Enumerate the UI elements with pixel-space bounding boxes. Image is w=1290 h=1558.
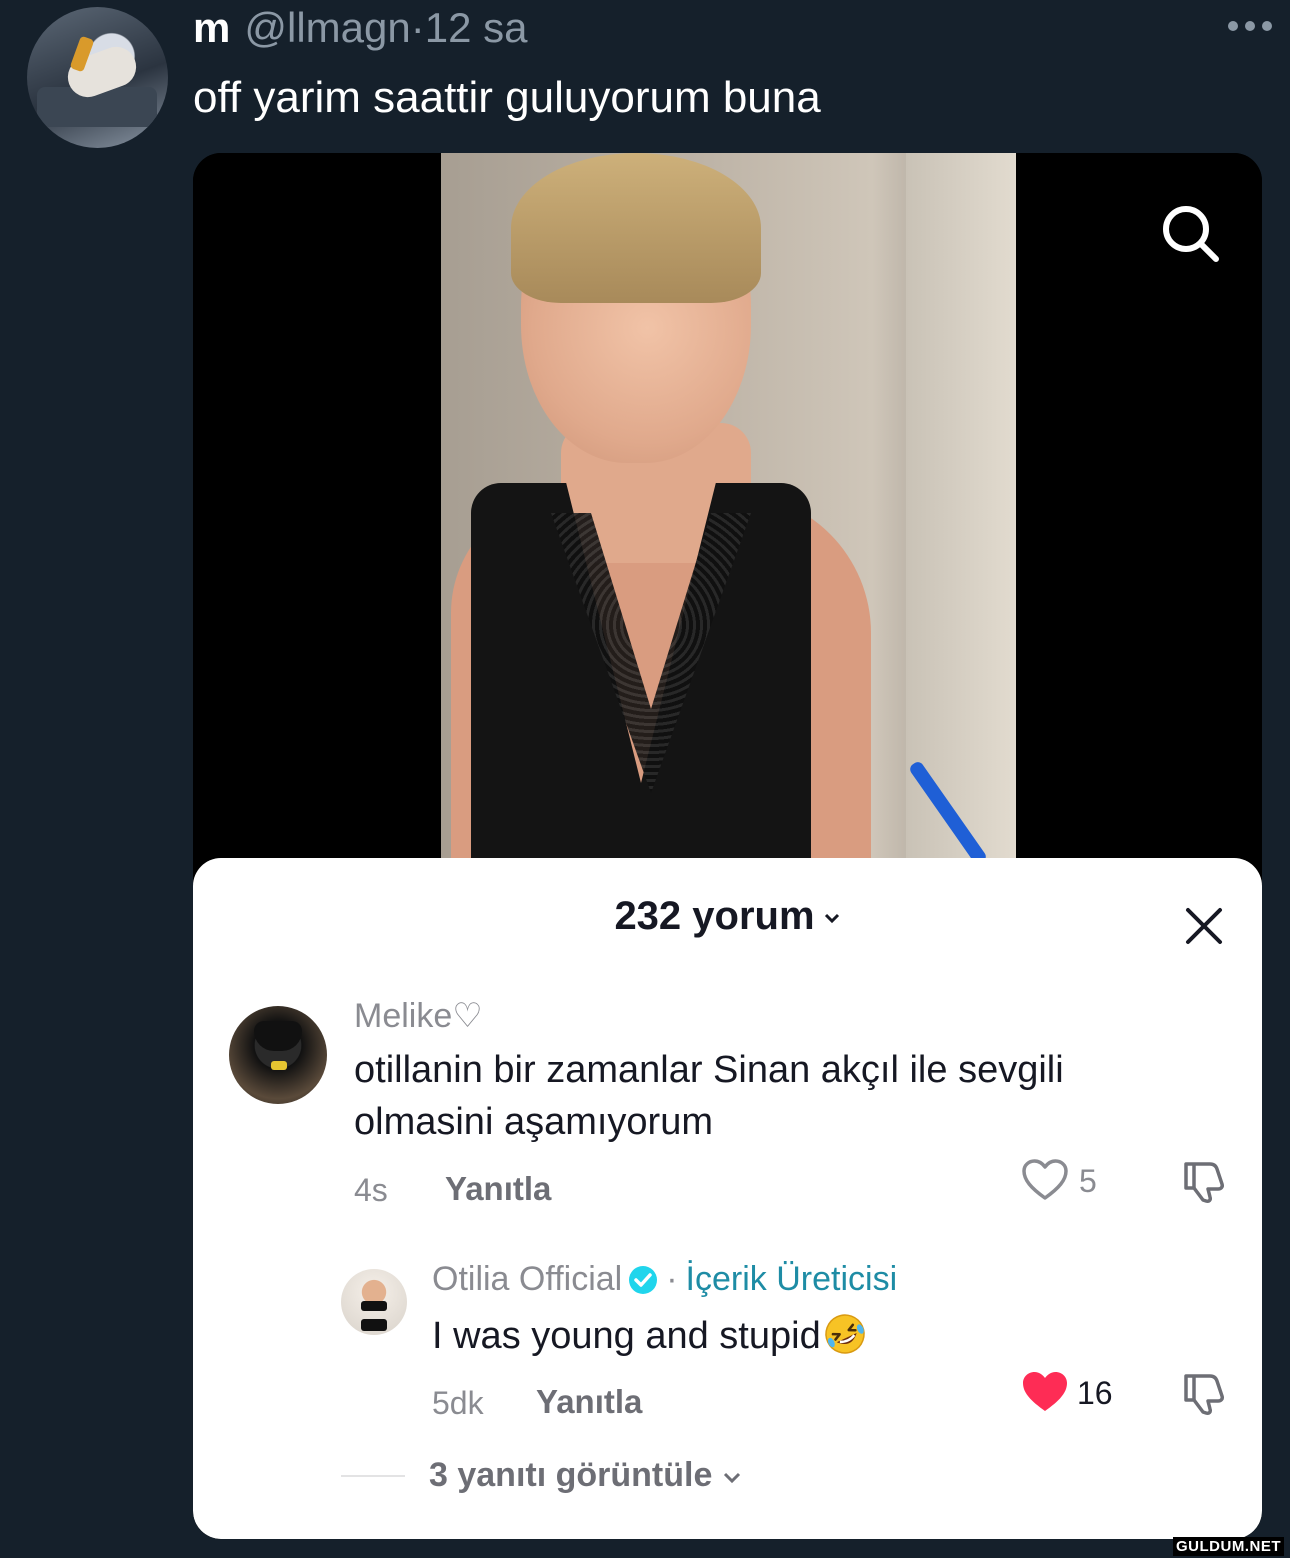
chevron-down-icon-2 [724, 1472, 741, 1484]
tweet-media-image[interactable]: 232 yorum Melike♡ otillanin bir zamanlar… [193, 153, 1262, 1539]
view-replies-label: 3 yanıtı görüntüle [429, 1456, 713, 1494]
reply-text: I was young and stupid [432, 1315, 821, 1357]
tweet-timestamp[interactable]: 12 sa [425, 4, 528, 51]
reply-label-2: Yanıtla [536, 1383, 643, 1420]
comments-title: 232 yorum [193, 894, 1262, 939]
creator-badge-label: İçerik Üreticisi [685, 1260, 898, 1298]
video-area [193, 153, 1262, 873]
like-count: 5 [1079, 1163, 1097, 1199]
author-display-name[interactable]: m [193, 4, 230, 51]
view-replies-divider [341, 1475, 405, 1477]
dislike-icon-2 [1184, 1374, 1224, 1415]
reply-author-line: Otilia Official · İçerik Üreticisi [432, 1260, 897, 1299]
commenter-username: Melike♡ [354, 997, 483, 1035]
creator-avatar [341, 1269, 407, 1335]
chevron-down-icon [824, 914, 839, 924]
verified-badge-icon [629, 1266, 658, 1294]
comments-panel: 232 yorum Melike♡ otillanin bir zamanlar… [193, 858, 1262, 1539]
badge-separator: · [666, 1260, 678, 1298]
reply-time: 5dk [432, 1385, 484, 1421]
author-handle[interactable]: @llmagn [244, 4, 410, 51]
reply-username: Otilia Official [432, 1260, 623, 1298]
comments-count-label: 232 yorum [614, 894, 815, 938]
heart-outline-icon [1022, 1159, 1068, 1200]
view-replies-link: 3 yanıtı görüntüle [429, 1456, 742, 1495]
reply-label: Yanıtla [445, 1170, 552, 1207]
laughing-emoji-icon [824, 1314, 865, 1354]
more-options-icon[interactable] [1228, 14, 1272, 38]
tweet-text: off yarim saattir guluyorum buna [193, 73, 821, 122]
reply-text-line: I was young and stupid [432, 1310, 867, 1362]
watermark: GULDUM.NET [1173, 1537, 1284, 1556]
header-separator: · [410, 4, 425, 51]
like-count-2: 16 [1077, 1375, 1113, 1411]
commenter-avatar [229, 1006, 327, 1104]
tweet-header: m @llmagn·12 sa [193, 4, 527, 52]
tweet-author-avatar[interactable] [27, 7, 168, 148]
heart-filled-icon [1023, 1372, 1067, 1411]
comment-time: 4s [354, 1172, 388, 1208]
video-frame [441, 153, 1016, 873]
dislike-icon [1184, 1162, 1224, 1203]
comment-text: otillanin bir zamanlar Sinan akçıl ile s… [354, 1049, 1064, 1143]
search-icon [1163, 206, 1219, 262]
close-icon [1186, 908, 1222, 944]
